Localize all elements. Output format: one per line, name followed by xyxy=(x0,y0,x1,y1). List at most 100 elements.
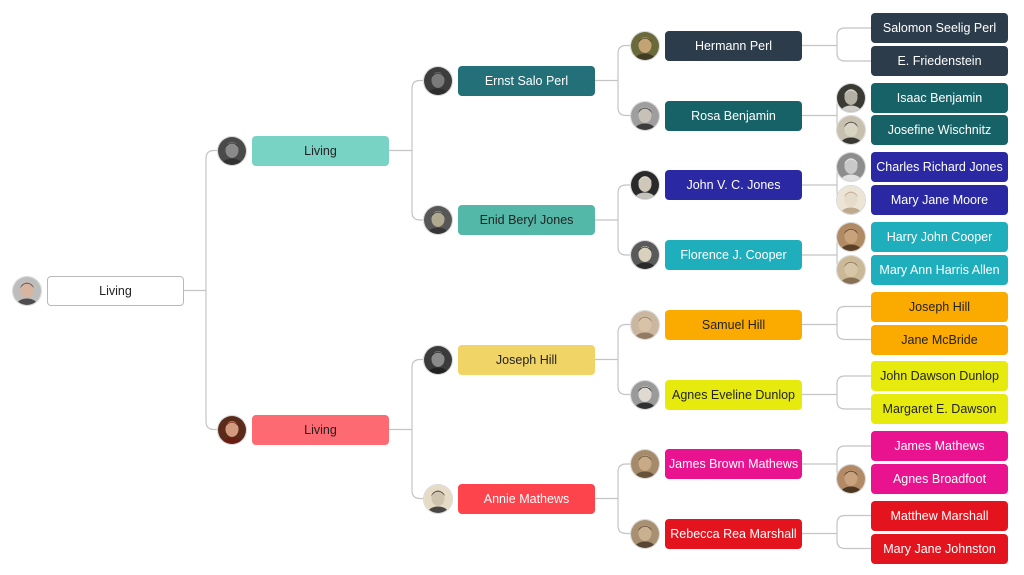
person-node[interactable]: Joseph Hill xyxy=(458,344,595,375)
person-node[interactable]: Annie Mathews xyxy=(458,483,595,514)
connector-line xyxy=(617,323,630,360)
connector-line xyxy=(836,445,871,464)
connector-line xyxy=(836,375,871,395)
person-name: John V. C. Jones xyxy=(686,178,781,192)
person-node[interactable]: Margaret E. Dawson xyxy=(871,394,1008,424)
connector-line xyxy=(205,149,217,291)
person-name: James Mathews xyxy=(894,439,985,453)
person-node[interactable]: Rebecca Rea Marshall xyxy=(665,518,802,549)
connector-line xyxy=(836,514,871,534)
person-avatar-icon[interactable] xyxy=(423,344,453,375)
person-name: Margaret E. Dawson xyxy=(882,402,997,416)
person-name: Living xyxy=(304,143,337,158)
person-avatar-icon[interactable] xyxy=(630,518,660,549)
person-node[interactable]: James Mathews xyxy=(871,431,1008,461)
person-name: Mary Jane Moore xyxy=(890,193,989,207)
person-node[interactable]: Agnes Broadfoot xyxy=(871,463,1008,494)
person-node[interactable]: Mary Jane Johnston xyxy=(871,533,1008,564)
person-node[interactable]: Living xyxy=(252,135,389,166)
person-avatar-icon[interactable] xyxy=(630,170,660,200)
person-node[interactable]: Josefine Wischnitz xyxy=(871,115,1008,145)
person-node[interactable]: Rosa Benjamin xyxy=(665,100,802,131)
person-name: John Dawson Dunlop xyxy=(880,369,999,383)
person-name: Florence J. Cooper xyxy=(680,248,787,262)
person-node[interactable]: Jane McBride xyxy=(871,324,1008,355)
person-avatar-icon[interactable] xyxy=(836,463,866,494)
person-avatar-icon[interactable] xyxy=(217,135,247,166)
person-node[interactable]: Living xyxy=(47,275,184,306)
person-avatar-icon[interactable] xyxy=(836,82,866,113)
person-node[interactable]: Florence J. Cooper xyxy=(665,240,802,270)
connector-line xyxy=(617,44,630,81)
person-avatar-icon[interactable] xyxy=(630,240,660,270)
connector-line xyxy=(836,305,871,325)
person-node[interactable]: Ernst Salo Perl xyxy=(458,65,595,96)
person-name: Josefine Wischnitz xyxy=(887,123,992,137)
connector-line xyxy=(617,463,630,499)
person-name: Joseph Hill xyxy=(908,299,971,314)
person-node[interactable]: Mary Ann Harris Allen xyxy=(871,254,1008,285)
person-avatar-icon[interactable] xyxy=(836,185,866,215)
person-avatar-icon[interactable] xyxy=(217,414,247,445)
person-avatar-icon[interactable] xyxy=(423,483,453,514)
person-name: Isaac Benjamin xyxy=(896,90,983,105)
person-node[interactable]: John Dawson Dunlop xyxy=(871,361,1008,391)
person-name: E. Friedenstein xyxy=(897,54,982,68)
connector-line xyxy=(617,80,630,117)
person-name: Matthew Marshall xyxy=(890,508,989,523)
person-node[interactable]: Living xyxy=(252,414,389,445)
person-avatar-icon[interactable] xyxy=(836,222,866,252)
person-name: Living xyxy=(304,422,337,437)
person-node[interactable]: John V. C. Jones xyxy=(665,170,802,200)
person-avatar-icon[interactable] xyxy=(423,65,453,96)
connector-line xyxy=(411,150,423,221)
person-name: Annie Mathews xyxy=(483,491,570,506)
person-node[interactable]: James Brown Mathews xyxy=(665,449,802,479)
person-avatar-icon[interactable] xyxy=(836,152,866,182)
person-node[interactable]: Joseph Hill xyxy=(871,291,1008,322)
person-name: James Brown Mathews xyxy=(668,457,799,471)
person-avatar-icon[interactable] xyxy=(836,115,866,145)
person-avatar-icon[interactable] xyxy=(423,205,453,235)
person-avatar-icon[interactable] xyxy=(630,100,660,131)
connector-line xyxy=(617,184,630,220)
connector-line xyxy=(617,220,630,256)
connector-line xyxy=(836,324,871,341)
person-avatar-icon[interactable] xyxy=(630,309,660,340)
person-name: Living xyxy=(99,283,132,298)
person-name: Agnes Eveline Dunlop xyxy=(672,387,795,402)
person-name: Enid Beryl Jones xyxy=(479,213,574,227)
connector-line xyxy=(411,429,423,500)
connector-line xyxy=(617,359,630,396)
person-name: Agnes Broadfoot xyxy=(892,471,987,486)
person-name: Rosa Benjamin xyxy=(691,108,776,123)
person-avatar-icon[interactable] xyxy=(836,254,866,285)
family-tree: Living Living Living Ernst Salo Perl Enid Be… xyxy=(0,0,1024,575)
connector-line xyxy=(411,79,423,151)
person-name: Samuel Hill xyxy=(701,317,766,332)
person-name: Jane McBride xyxy=(901,332,978,347)
person-node[interactable]: Samuel Hill xyxy=(665,309,802,340)
person-name: Rebecca Rea Marshall xyxy=(670,526,797,541)
person-node[interactable]: E. Friedenstein xyxy=(871,46,1008,76)
connector-line xyxy=(205,290,217,431)
person-name: Joseph Hill xyxy=(495,352,558,367)
person-node[interactable]: Isaac Benjamin xyxy=(871,82,1008,113)
person-node[interactable]: Matthew Marshall xyxy=(871,500,1008,531)
person-avatar-icon[interactable] xyxy=(630,30,660,61)
person-avatar-icon[interactable] xyxy=(630,449,660,479)
person-node[interactable]: Salomon Seelig Perl xyxy=(871,13,1008,43)
person-node[interactable]: Agnes Eveline Dunlop xyxy=(665,379,802,410)
person-avatar-icon[interactable] xyxy=(12,275,42,306)
person-name: Mary Ann Harris Allen xyxy=(879,262,1000,277)
person-node[interactable]: Hermann Perl xyxy=(665,30,802,61)
person-name: Charles Richard Jones xyxy=(876,160,1003,174)
person-node[interactable]: Mary Jane Moore xyxy=(871,185,1008,215)
person-avatar-icon[interactable] xyxy=(630,379,660,410)
person-node[interactable]: Enid Beryl Jones xyxy=(458,205,595,235)
person-node[interactable]: Charles Richard Jones xyxy=(871,152,1008,182)
connector-line xyxy=(411,358,423,430)
connector-line xyxy=(836,27,871,46)
person-name: Ernst Salo Perl xyxy=(484,73,569,88)
person-node[interactable]: Harry John Cooper xyxy=(871,222,1008,252)
